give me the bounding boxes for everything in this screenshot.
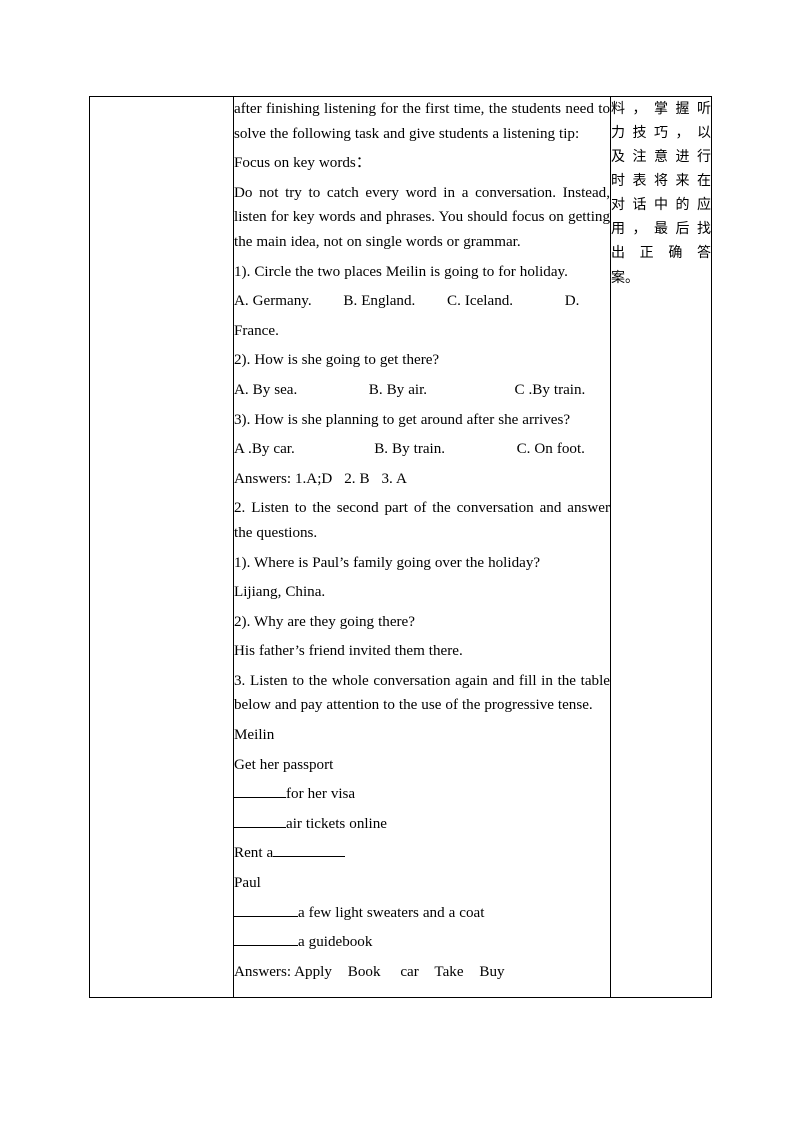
question-1-options: A. Germany. B. England. C. Iceland. D. Fr…	[234, 289, 610, 343]
table-cell-left-empty	[89, 96, 234, 998]
fill-row-guidebook: a guidebook	[234, 930, 610, 955]
question-1-prompt: 1). Circle the two places Meilin is goin…	[234, 263, 568, 280]
fill-row-name-meilin: Meilin	[234, 727, 275, 744]
document-page: after finishing listening for the first …	[0, 0, 794, 1123]
task-3-instruction: 3. Listen to the whole conversation agai…	[234, 672, 610, 714]
blank-line-sweaters	[234, 901, 298, 917]
task-2-question-2: 2). Why are they going there?	[234, 613, 415, 630]
notes-line: 用，最后找	[611, 221, 711, 238]
notes-line: 案。	[611, 269, 639, 286]
fill-row-rent-a: Rent a	[234, 841, 610, 866]
notes-chinese-text: 料，掌握听 力技巧，以 及注意进行 时表将来在 对话中的应 用，最后找 出 正 …	[611, 97, 711, 290]
notes-line: 出 正 确 答	[611, 245, 711, 262]
fill-row-sweaters-label: a few light sweaters and a coat	[298, 904, 485, 921]
fill-row-get-passport: Get her passport	[234, 756, 334, 773]
notes-line: 对话中的应	[611, 197, 711, 214]
fill-row-sweaters: a few light sweaters and a coat	[234, 901, 610, 926]
table-row: after finishing listening for the first …	[89, 96, 712, 998]
fill-row-name-paul: Paul	[234, 875, 261, 892]
task-2-instruction: 2. Listen to the second part of the conv…	[234, 500, 610, 541]
blank-line-guidebook	[234, 931, 298, 947]
paragraph-intro: after finishing listening for the first …	[234, 101, 610, 142]
lesson-plan-table: after finishing listening for the first …	[89, 96, 712, 998]
table-cell-main-content: after finishing listening for the first …	[233, 96, 611, 998]
task-2-question-1: 1). Where is Paul’s family going over th…	[234, 554, 541, 571]
fill-row-visa-label: for her visa	[286, 786, 356, 803]
paragraph-focus-heading: Focus on key words：	[234, 155, 371, 172]
blank-line-air-tickets	[234, 813, 286, 828]
notes-line: 及注意进行	[611, 149, 711, 166]
notes-line: 料，掌握听	[611, 101, 711, 117]
question-3-prompt: 3). How is she planning to get around af…	[234, 411, 571, 428]
blank-line-rent	[273, 842, 346, 858]
fill-row-air-tickets-label: air tickets online	[286, 815, 387, 832]
answers-task-1: Answers: 1.A;D 2. B 3. A	[234, 470, 407, 487]
notes-line: 力技巧，以	[611, 125, 711, 142]
paragraph-listening-tip: Do not try to catch every word in a conv…	[234, 184, 610, 250]
fill-row-air-tickets: air tickets online	[234, 812, 610, 837]
answers-task-3: Answers: Apply Book car Take Buy	[234, 963, 505, 980]
blank-line-visa	[234, 783, 286, 799]
fill-row-rent-label: Rent a	[234, 845, 274, 862]
fill-row-guidebook-label: a guidebook	[298, 934, 373, 951]
question-2-options: A. By sea. B. By air. C .By train.	[234, 381, 586, 398]
notes-line: 时表将来在	[611, 173, 711, 190]
question-3-options: A .By car. B. By train. C. On foot.	[234, 441, 585, 458]
question-1-options-line-2: France.	[234, 322, 279, 339]
task-2-answer-2: His father’s friend invited them there.	[234, 643, 463, 660]
question-1-options-line-1: A. Germany. B. England. C. Iceland. D.	[234, 293, 580, 310]
table-cell-notes: 料，掌握听 力技巧，以 及注意进行 时表将来在 对话中的应 用，最后找 出 正 …	[610, 96, 712, 998]
question-2-prompt: 2). How is she going to get there?	[234, 352, 440, 369]
fill-row-visa: for her visa	[234, 782, 610, 807]
task-2-answer-1: Lijiang, China.	[234, 584, 326, 601]
